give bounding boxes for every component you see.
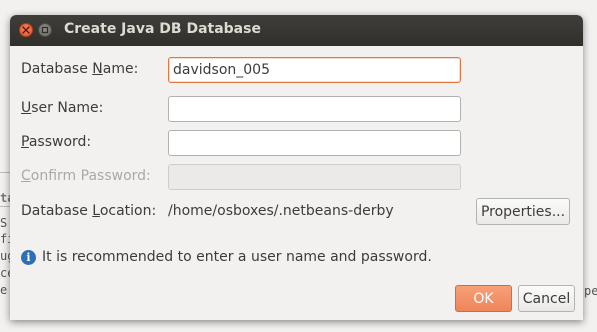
info-message-text: It is recommended to enter a user name a… (42, 249, 432, 265)
database-location-label: Database Location: (21, 203, 156, 219)
create-database-dialog: Create Java DB Database Database Name: U… (10, 15, 583, 320)
user-name-field[interactable] (168, 96, 461, 122)
mnemonic-letter: P (21, 134, 29, 150)
confirm-password-label: Confirm Password: (21, 168, 151, 184)
label-text: Database (21, 61, 93, 77)
label-text: ame: (102, 61, 139, 77)
mnemonic-letter: L (92, 203, 100, 219)
dialog-title: Create Java DB Database (64, 21, 261, 37)
info-icon: i (21, 249, 36, 265)
label-text: Database (21, 203, 93, 219)
info-message: i It is recommended to enter a user name… (21, 249, 432, 265)
mnemonic-letter: C (21, 168, 31, 184)
background-divider (0, 172, 10, 173)
label-text: onfirm Password: (30, 168, 151, 184)
ok-button[interactable]: OK (455, 285, 512, 312)
label-text: assword: (28, 134, 92, 150)
mnemonic-letter: U (21, 100, 32, 116)
confirm-password-field (168, 164, 461, 190)
background-text-fragment: S (0, 216, 8, 230)
close-icon (22, 26, 30, 34)
minimize-button[interactable] (38, 23, 52, 37)
minimize-icon (41, 26, 49, 34)
password-label: Password: (21, 134, 91, 150)
properties-button[interactable]: Properties... (476, 198, 570, 225)
dialog-titlebar[interactable]: Create Java DB Database (10, 15, 583, 46)
database-name-field[interactable] (168, 57, 461, 83)
label-text: ocation: (99, 203, 157, 219)
user-name-label: User Name: (21, 100, 103, 116)
cancel-button[interactable]: Cancel (518, 285, 575, 312)
mnemonic-letter: N (92, 61, 103, 77)
password-field[interactable] (168, 130, 461, 156)
background-text-fragment: e (0, 283, 8, 297)
database-name-label: Database Name: (21, 61, 138, 77)
close-button[interactable] (19, 23, 33, 37)
database-location-value: /home/osboxes/.netbeans-derby (168, 203, 394, 219)
background-divider (0, 206, 10, 207)
background-text-fragment: pe (584, 284, 597, 298)
label-text: ser Name: (31, 100, 104, 116)
